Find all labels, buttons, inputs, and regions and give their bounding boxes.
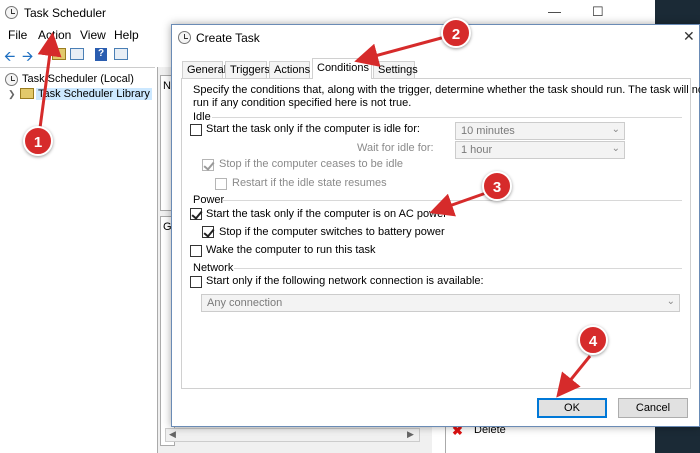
tab-conditions[interactable]: Conditions [312, 58, 372, 80]
tree-item-library[interactable]: Task Scheduler Library [36, 88, 152, 100]
wait-duration-select[interactable]: 1 hour ⌄ [455, 141, 625, 159]
network-connection-value: Any connection [207, 297, 283, 309]
battery-label: Stop if the computer switches to battery… [219, 226, 445, 238]
chevron-down-icon: ⌄ [611, 143, 620, 154]
tab-triggers[interactable]: Triggers [225, 61, 270, 78]
dialog-title: Create Task [196, 31, 260, 45]
column-header: N [163, 80, 171, 92]
network-connection-select[interactable]: Any connection ⌄ [201, 294, 680, 312]
wake-checkbox[interactable] [190, 245, 202, 257]
create-task-dialog: Create Task ✕ General Triggers Actions C… [171, 24, 700, 427]
restart-if-resumes-checkbox[interactable] [215, 178, 227, 190]
callout-badge-1: 1 [23, 126, 53, 156]
battery-checkbox[interactable] [202, 226, 214, 238]
task-scheduler-icon [5, 6, 18, 19]
idle-duration-select[interactable]: 10 minutes ⌄ [455, 122, 625, 140]
ac-power-checkbox[interactable] [190, 208, 202, 220]
toolbar: 🡨 🡪 ? [0, 45, 170, 67]
idle-duration-value: 10 minutes [461, 125, 515, 137]
network-checkbox[interactable] [190, 276, 202, 288]
idle-start-checkbox[interactable] [190, 124, 202, 136]
tree-item-local[interactable]: Task Scheduler (Local) [22, 73, 134, 85]
description-line-1: Specify the conditions that, along with … [193, 84, 700, 96]
idle-group-label: Idle [193, 111, 211, 123]
scroll-left-icon[interactable]: ◀ [169, 429, 176, 440]
library-folder-icon [20, 88, 34, 99]
tab-settings[interactable]: Settings [373, 61, 418, 78]
help-icon[interactable]: ? [95, 48, 107, 61]
horizontal-scrollbar[interactable]: ◀ ▶ [165, 428, 420, 442]
description-line-2: run if any condition specified here is n… [193, 97, 412, 109]
network-group-label: Network [193, 262, 234, 274]
menu-view[interactable]: View [80, 28, 106, 42]
restart-if-resumes-label: Restart if the idle state resumes [232, 177, 387, 189]
scroll-right-icon[interactable]: ▶ [407, 429, 414, 440]
power-divider [222, 200, 682, 201]
callout-badge-4: 4 [578, 325, 608, 355]
wait-label: Wait for idle for: [357, 142, 434, 154]
idle-divider [212, 117, 682, 118]
idle-start-label: Start the task only if the computer is i… [206, 123, 420, 135]
show-pane-icon[interactable] [114, 48, 128, 60]
chevron-down-icon: ⌄ [666, 296, 675, 307]
folder-icon[interactable] [52, 48, 66, 60]
ok-button[interactable]: OK [537, 398, 607, 418]
close-icon[interactable]: ✕ [683, 28, 695, 45]
ac-power-label: Start the task only if the computer is o… [206, 208, 447, 220]
dialog-icon [178, 31, 191, 44]
network-divider [234, 268, 682, 269]
network-label: Start only if the following network conn… [206, 275, 484, 287]
power-group-label: Power [193, 194, 225, 206]
menu-help[interactable]: Help [114, 28, 139, 42]
menu-file[interactable]: File [8, 28, 27, 42]
chevron-down-icon: ⌄ [611, 124, 620, 135]
window-title: Task Scheduler [24, 6, 107, 20]
expand-chevron-icon[interactable]: ❯ [8, 89, 16, 100]
minimize-icon[interactable]: — [548, 4, 561, 19]
tab-actions[interactable]: Actions [269, 61, 310, 78]
wake-label: Wake the computer to run this task [206, 244, 376, 256]
stop-if-ceases-checkbox[interactable] [202, 159, 214, 171]
tab-general[interactable]: General [182, 61, 226, 78]
title-bar: Task Scheduler — ☐ [0, 0, 655, 26]
navigation-tree: Task Scheduler (Local) ❯ Task Scheduler … [0, 67, 155, 453]
stop-if-ceases-label: Stop if the computer ceases to be idle [219, 158, 404, 170]
menu-action[interactable]: Action [38, 28, 71, 42]
callout-badge-3: 3 [482, 171, 512, 201]
task-scheduler-local-icon [5, 73, 18, 86]
callout-badge-2: 2 [441, 18, 471, 48]
console-icon[interactable] [70, 48, 84, 60]
maximize-icon[interactable]: ☐ [592, 4, 604, 20]
wait-duration-value: 1 hour [461, 144, 493, 156]
cancel-button[interactable]: Cancel [618, 398, 688, 418]
